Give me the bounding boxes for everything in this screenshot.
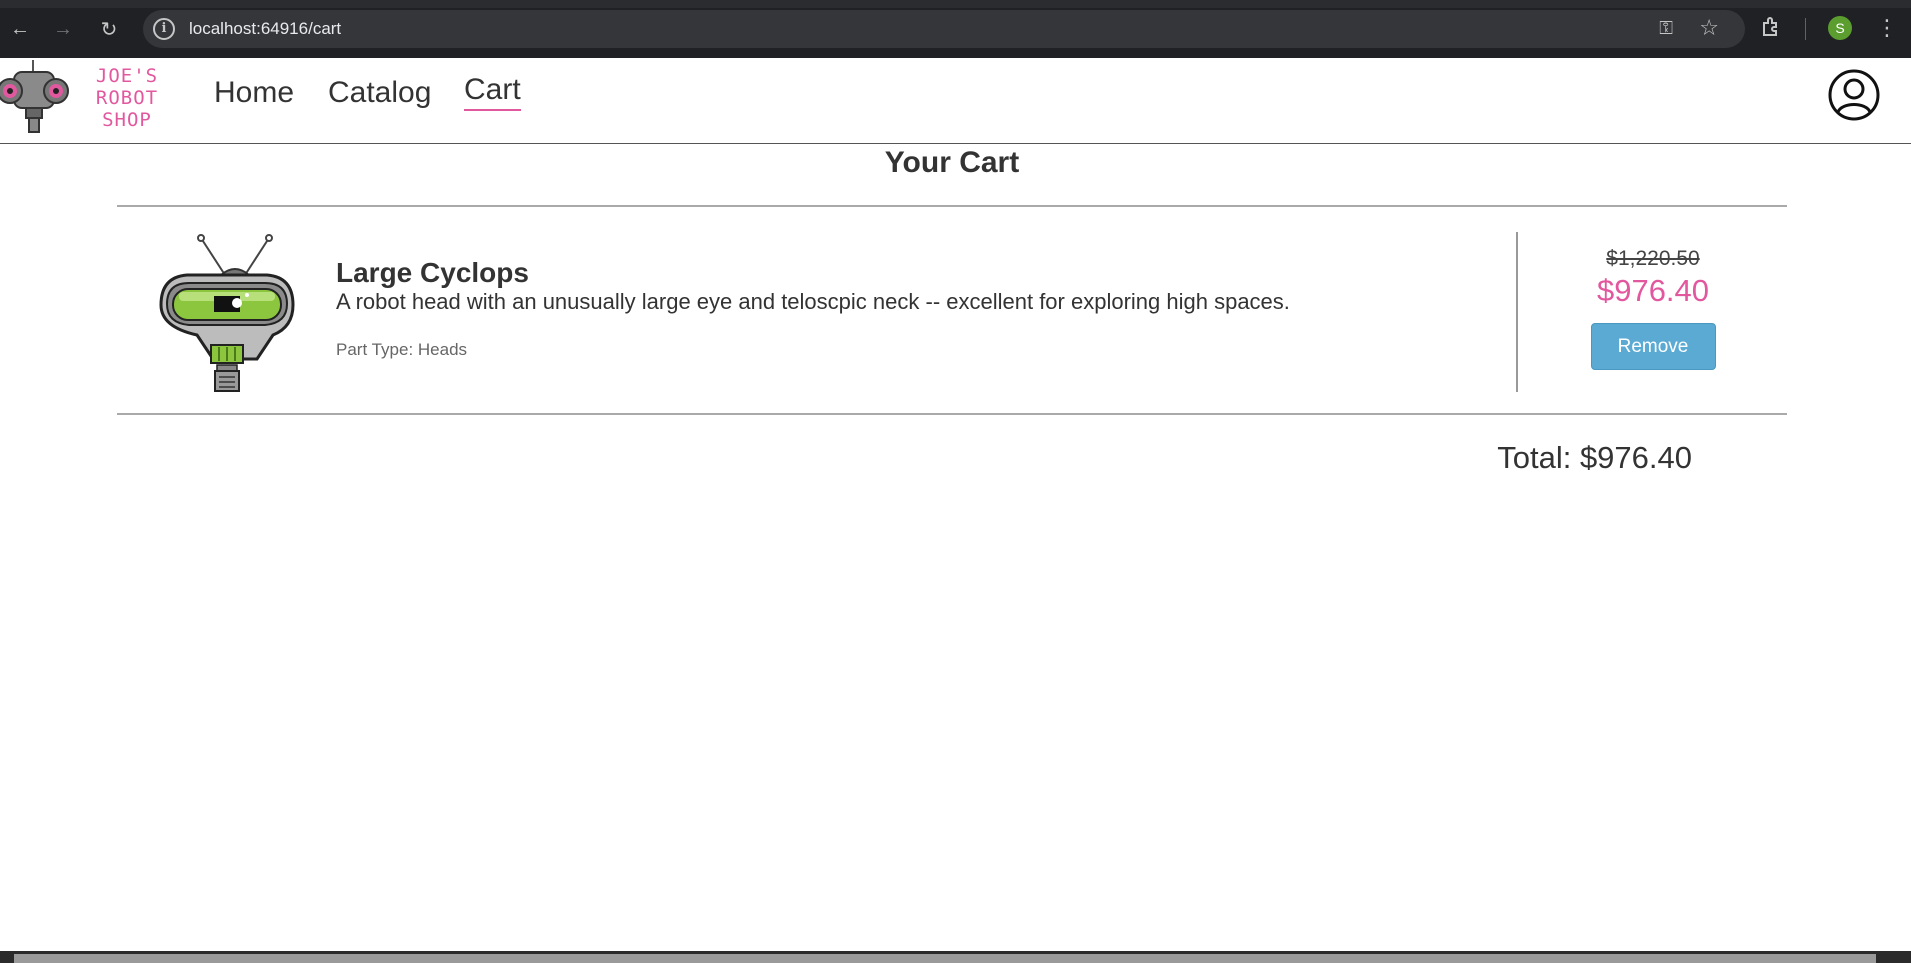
item-description: A robot head with an unusually large eye…	[336, 289, 1290, 314]
logo-text: JOE'S ROBOT SHOP	[76, 65, 178, 131]
item-price-block: $1,220.50 $976.40 Remove	[1537, 247, 1769, 370]
back-icon[interactable]: ←	[7, 16, 33, 42]
robot-logo-icon	[0, 60, 69, 133]
browser-menu-icon[interactable]: ⋮	[1876, 14, 1898, 42]
extensions-icon[interactable]	[1760, 15, 1786, 41]
original-price: $1,220.50	[1606, 247, 1700, 270]
user-account-icon[interactable]	[1828, 69, 1880, 121]
cart-list: Large Cyclops A robot head with an unusu…	[117, 205, 1787, 415]
logo-line-3: SHOP	[102, 109, 152, 131]
tab-strip	[0, 0, 1911, 8]
horizontal-scrollbar[interactable]	[0, 951, 1911, 963]
nav-home-link[interactable]: Home	[214, 76, 294, 110]
remove-button[interactable]: Remove	[1590, 323, 1716, 370]
address-bar[interactable]: i localhost:64916/cart ⚿ ☆	[143, 10, 1745, 48]
toolbar-separator	[1805, 18, 1806, 40]
logo-line-1: JOE'S	[95, 65, 159, 87]
cart-item: Large Cyclops A robot head with an unusu…	[117, 207, 1787, 413]
page-title: Your Cart	[884, 146, 1020, 179]
site-info-icon[interactable]: i	[153, 18, 175, 40]
sale-price: $976.40	[1596, 273, 1710, 308]
browser-chrome: ← → ↻ i localhost:64916/cart ⚿ ☆ S ⋮	[0, 0, 1911, 58]
item-part-type: Part Type: Heads	[336, 340, 468, 359]
bookmark-star-icon[interactable]: ☆	[1699, 15, 1719, 41]
scrollbar-thumb[interactable]	[14, 954, 1876, 963]
nav-cart-link[interactable]: Cart	[464, 73, 521, 111]
item-name: Large Cyclops	[336, 257, 529, 288]
url-text[interactable]: localhost:64916/cart	[189, 19, 341, 39]
site-header: JOE'S ROBOT SHOP Home Catalog Cart	[0, 58, 1911, 144]
site-logo[interactable]: JOE'S ROBOT SHOP	[0, 58, 180, 138]
reload-icon[interactable]: ↻	[96, 16, 122, 42]
logo-line-2: ROBOT	[95, 87, 159, 109]
password-key-icon[interactable]: ⚿	[1659, 18, 1673, 39]
large-cyclops-image	[159, 234, 295, 392]
cart-total: Total: $976.40	[1497, 440, 1692, 475]
profile-avatar[interactable]: S	[1828, 16, 1852, 40]
forward-icon[interactable]: →	[50, 16, 76, 42]
nav-catalog-link[interactable]: Catalog	[328, 76, 431, 110]
item-divider	[1516, 232, 1518, 392]
